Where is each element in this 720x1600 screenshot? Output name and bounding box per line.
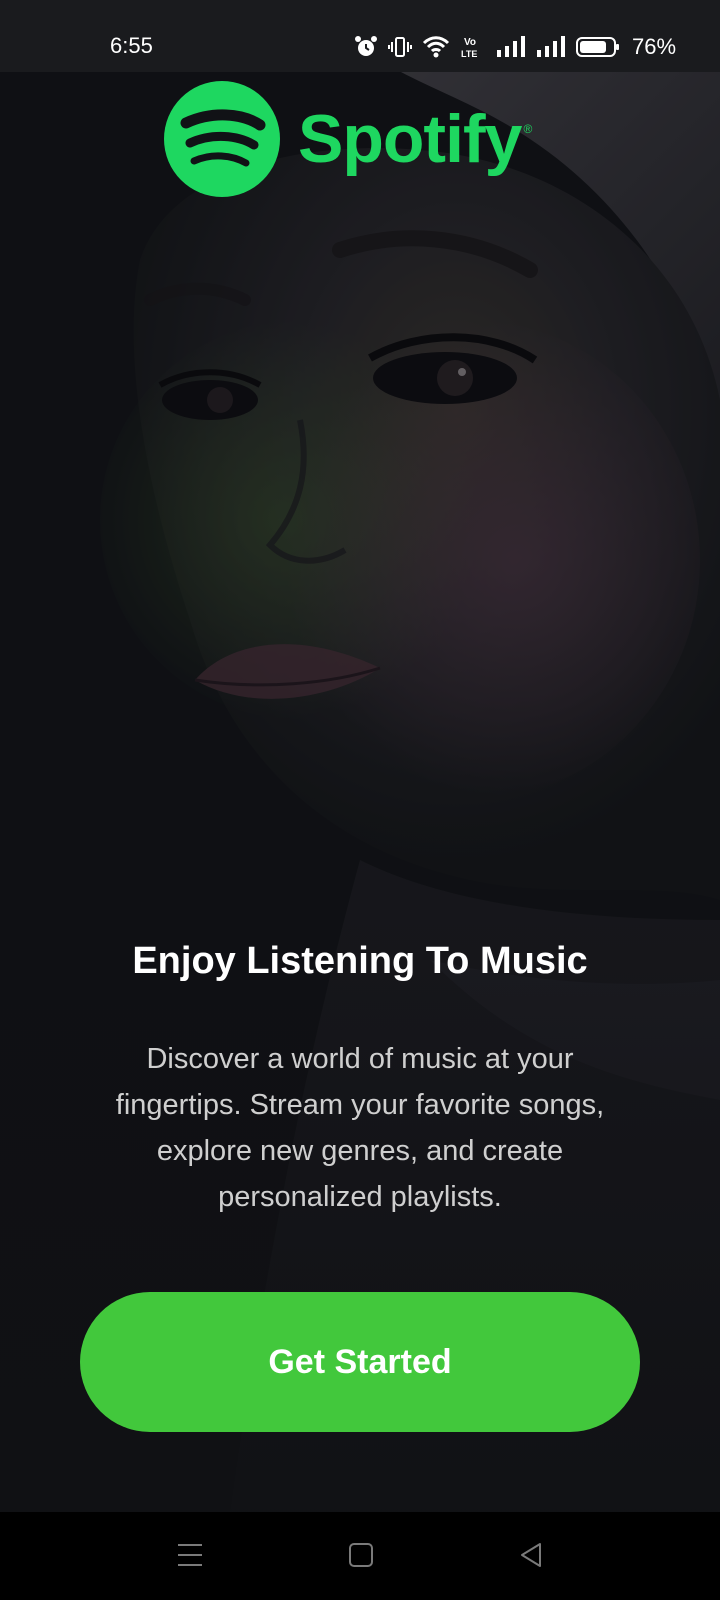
spotify-logo: Spotify ® <box>164 80 532 198</box>
battery-icon <box>576 37 619 57</box>
spotify-icon <box>164 81 280 197</box>
navigation-bar <box>0 1512 720 1600</box>
headline: Enjoy Listening To Music <box>132 940 588 982</box>
volte-icon: Vo LTE <box>461 37 477 59</box>
status-bar: 6:55 Vo LTE 76% <box>0 0 720 72</box>
status-icons: Vo LTE 76% <box>354 34 676 60</box>
get-started-button[interactable]: Get Started <box>80 1292 640 1432</box>
registered-mark: ® <box>523 122 533 136</box>
description: Discover a world of music at your finger… <box>115 1043 605 1213</box>
status-time: 6:55 <box>110 33 153 58</box>
battery-percent: 76% <box>632 34 677 59</box>
menu-icon[interactable] <box>176 1540 204 1570</box>
onboarding-screen: 6:55 Vo LTE 76% Spotify ® Enjoy Listenin… <box>0 0 720 1600</box>
home-square-icon[interactable] <box>348 1540 374 1570</box>
svg-text:Vo: Vo <box>464 37 476 48</box>
alarm-icon <box>355 36 377 56</box>
signal-icon <box>537 36 565 57</box>
spotify-wordmark: Spotify <box>298 101 522 177</box>
background-portrait-image <box>0 0 720 1512</box>
signal-icon <box>497 36 525 57</box>
wifi-icon <box>422 36 450 58</box>
vibrate-icon <box>388 37 412 57</box>
svg-text:LTE: LTE <box>461 49 477 59</box>
back-triangle-icon[interactable] <box>518 1540 544 1570</box>
